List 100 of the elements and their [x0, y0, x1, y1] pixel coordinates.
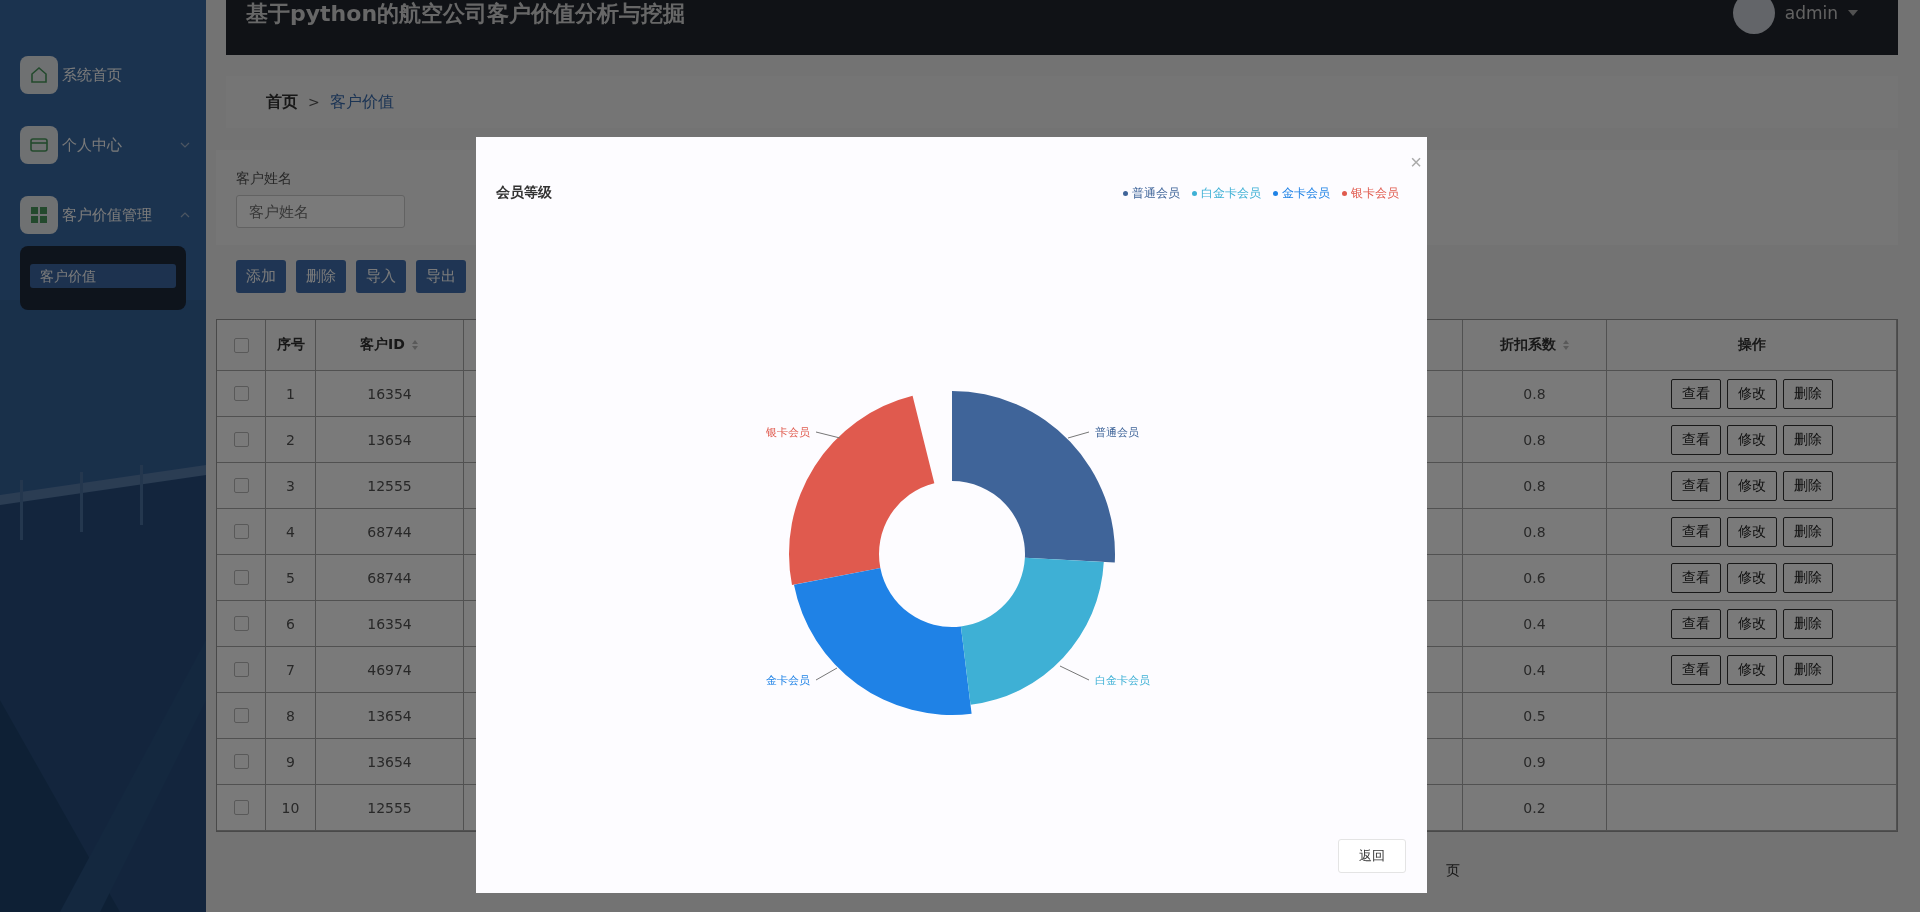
name-search-field[interactable]: 客户姓名: [236, 195, 405, 228]
table-cell: 9: [266, 739, 316, 785]
table-cell: 4: [266, 509, 316, 555]
row-checkbox[interactable]: [233, 478, 249, 493]
table-cell: 16354: [316, 601, 464, 647]
chart-title: 会员等级: [496, 184, 552, 202]
row-checkbox[interactable]: [233, 570, 249, 585]
table-cell: 1: [266, 371, 316, 417]
table-cell: 0.6: [1463, 555, 1607, 601]
row-checkbox[interactable]: [233, 708, 249, 723]
row-action-button[interactable]: 修改: [1726, 516, 1777, 547]
table-cell: 13654: [316, 739, 464, 785]
back-button[interactable]: 返回: [1338, 839, 1406, 873]
sidebar-item[interactable]: 系统首页: [20, 56, 190, 94]
leader-line: [815, 667, 837, 680]
table-cell: 10: [266, 785, 316, 831]
row-action-button[interactable]: 修改: [1726, 654, 1777, 685]
sidebar-item[interactable]: 客户价值管理: [20, 196, 190, 234]
table-cell: 0.5: [1463, 693, 1607, 739]
table-cell: 0.2: [1463, 785, 1607, 831]
table-cell: 0.4: [1463, 647, 1607, 693]
donut-slice[interactable]: [951, 390, 1115, 563]
breadcrumb-current: 客户价值: [329, 91, 394, 113]
toolbar-button[interactable]: 删除: [296, 260, 346, 293]
row-action-button[interactable]: 删除: [1782, 608, 1833, 639]
breadcrumb-separator: >: [308, 94, 320, 110]
grid-icon: [31, 207, 47, 223]
row-action-button[interactable]: 删除: [1782, 378, 1833, 409]
field-label: 客户姓名: [236, 170, 293, 188]
row-action-button[interactable]: 删除: [1782, 470, 1833, 501]
select-all-checkbox[interactable]: [233, 337, 249, 353]
row-action-button[interactable]: 删除: [1782, 516, 1833, 547]
close-button[interactable]: ×: [1410, 152, 1422, 172]
legend-item[interactable]: 银卡会员: [1342, 184, 1399, 202]
slice-label: 金卡会员: [765, 673, 810, 687]
leader-line: [1067, 431, 1089, 438]
pagination-text: 页: [1446, 862, 1460, 880]
submenu-item[interactable]: 客户价值: [30, 264, 176, 288]
slice-label: 白金卡会员: [1094, 673, 1150, 687]
table-cell: 12555: [316, 463, 464, 509]
sort-icon[interactable]: [410, 339, 419, 351]
row-action-button[interactable]: 查看: [1670, 470, 1721, 501]
slice-label: 普通会员: [1094, 425, 1139, 439]
table-cell: 0.8: [1463, 463, 1607, 509]
row-checkbox[interactable]: [233, 432, 249, 447]
table-cell: 0.8: [1463, 417, 1607, 463]
legend-item[interactable]: 白金卡会员: [1192, 184, 1261, 202]
table-cell: 0.8: [1463, 371, 1607, 417]
card-icon: [30, 137, 48, 153]
table-cell: 68744: [316, 509, 464, 555]
table-cell: 0.9: [1463, 739, 1607, 785]
row-action-button[interactable]: 查看: [1670, 516, 1721, 547]
table-cell: 6: [266, 601, 316, 647]
row-checkbox[interactable]: [233, 616, 249, 631]
table-cell: 5: [266, 555, 316, 601]
donut-slice[interactable]: [960, 557, 1104, 705]
row-action-button[interactable]: 查看: [1670, 654, 1721, 685]
breadcrumb-link[interactable]: 首页: [266, 91, 298, 113]
column-header[interactable]: 客户ID: [316, 320, 464, 371]
toolbar-button[interactable]: 添加: [236, 260, 286, 293]
caret-icon[interactable]: [1848, 9, 1858, 16]
column-header[interactable]: 折扣系数: [1463, 320, 1607, 371]
table-cell: 16354: [316, 371, 464, 417]
leader-line: [815, 431, 840, 438]
row-checkbox[interactable]: [233, 800, 249, 815]
column-header: 序号: [266, 320, 316, 371]
row-action-button[interactable]: 删除: [1782, 424, 1833, 455]
app-title: 基于python的航空公司客户价值分析与挖掘: [246, 0, 686, 28]
sidebar-item[interactable]: 个人中心: [20, 126, 190, 164]
row-action-button[interactable]: 修改: [1726, 470, 1777, 501]
row-action-button[interactable]: 修改: [1726, 378, 1777, 409]
row-action-button[interactable]: 查看: [1670, 424, 1721, 455]
row-checkbox[interactable]: [233, 754, 249, 769]
row-action-button[interactable]: 删除: [1782, 654, 1833, 685]
row-action-button[interactable]: 查看: [1670, 378, 1721, 409]
sort-icon[interactable]: [1561, 339, 1570, 351]
row-action-button[interactable]: 修改: [1726, 608, 1777, 639]
row-action-button[interactable]: 修改: [1726, 562, 1777, 593]
table-cell: 0.4: [1463, 601, 1607, 647]
donut-slice[interactable]: [788, 395, 934, 585]
row-action-button[interactable]: 删除: [1782, 562, 1833, 593]
legend-item[interactable]: 金卡会员: [1273, 184, 1330, 202]
table-cell: 0.8: [1463, 509, 1607, 555]
user-name[interactable]: admin: [1784, 2, 1838, 23]
row-action-button[interactable]: 修改: [1726, 424, 1777, 455]
avatar[interactable]: [1732, 0, 1775, 34]
leader-line: [1059, 665, 1089, 680]
table-cell: 13654: [316, 417, 464, 463]
row-checkbox[interactable]: [233, 386, 249, 401]
home-icon: [30, 66, 48, 84]
row-action-button[interactable]: 查看: [1670, 562, 1721, 593]
table-cell: 3: [266, 463, 316, 509]
legend-item[interactable]: 普通会员: [1123, 184, 1180, 202]
table-cell: 12555: [316, 785, 464, 831]
row-checkbox[interactable]: [233, 524, 249, 539]
table-cell: 7: [266, 647, 316, 693]
row-action-button[interactable]: 查看: [1670, 608, 1721, 639]
row-checkbox[interactable]: [233, 662, 249, 677]
toolbar-button[interactable]: 导出: [416, 260, 466, 293]
toolbar-button[interactable]: 导入: [356, 260, 406, 293]
